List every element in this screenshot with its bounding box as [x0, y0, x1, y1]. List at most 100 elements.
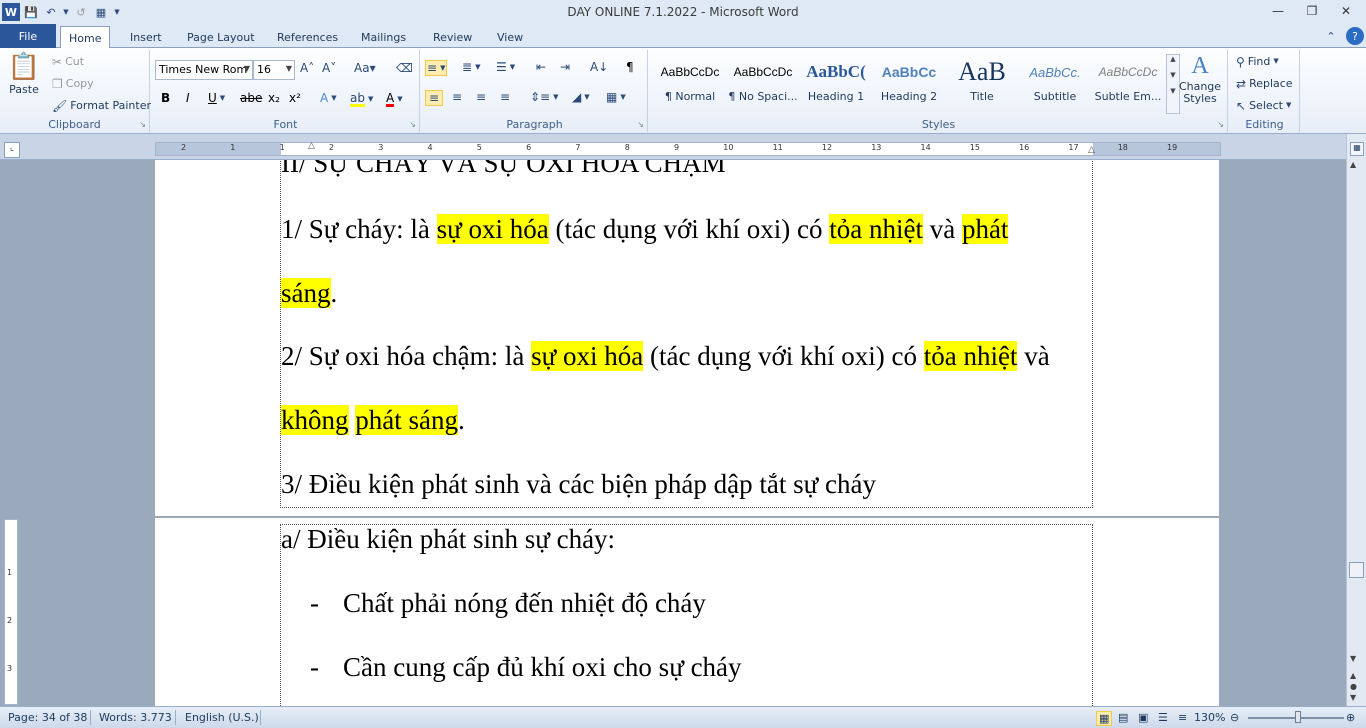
bullet-item[interactable]: - Chất phải nóng đến nhiệt độ cháy — [310, 588, 706, 619]
clipboard-group: 📋 Paste ✂ Cut ❐ Copy 🖌 Format Painter Clipb… — [0, 50, 151, 132]
superscript-button[interactable]: x² — [289, 92, 301, 104]
underline-button[interactable]: U ▼ — [208, 92, 225, 104]
increase-indent-button[interactable]: ⇥ — [560, 61, 570, 73]
select-button[interactable]: ↖ Select ▼ — [1236, 99, 1291, 112]
help-icon[interactable]: ? — [1346, 27, 1364, 45]
text-effects-button[interactable]: A ▼ — [320, 92, 337, 104]
sort-button[interactable]: A↓ — [590, 61, 608, 73]
vertical-scrollbar[interactable]: ▦ ▲ ▼ ▲ ● ▼ — [1346, 134, 1366, 706]
zoom-out-icon[interactable]: ⊖ — [1230, 711, 1239, 724]
style-title[interactable]: AaB Title — [946, 54, 1018, 110]
tab-references[interactable]: References — [269, 26, 346, 48]
right-indent-marker-icon[interactable]: △ — [1088, 145, 1095, 155]
align-right-button[interactable]: ≡ — [476, 91, 486, 103]
clipboard-launcher-icon[interactable]: ↘ — [139, 120, 146, 129]
next-page-icon[interactable]: ▼ — [1350, 693, 1356, 702]
style-subtle-emphasis[interactable]: AaBbCcDc Subtle Em... — [1092, 54, 1164, 110]
styles-gallery-scroll[interactable]: ▲ ▼ ▼ — [1166, 54, 1180, 114]
previous-page-icon[interactable]: ▲ — [1350, 671, 1356, 680]
draft-icon[interactable]: ≡ — [1178, 711, 1187, 724]
multilevel-list-button[interactable]: ☰ ▼ — [496, 61, 515, 73]
scroll-up-icon[interactable]: ▲ — [1350, 160, 1356, 169]
vertical-ruler[interactable]: 1 2 3 — [4, 519, 18, 705]
style-no-spacing[interactable]: AaBbCcDc ¶ No Spaci... — [727, 54, 799, 110]
style-heading-1[interactable]: AaBbC(Heading 1 — [800, 54, 872, 110]
style-normal[interactable]: AaBbCcDc ¶ Normal — [654, 54, 726, 110]
font-size-combo[interactable]: 16 ▼ — [253, 60, 295, 80]
word-count[interactable]: Words: 3.773 — [99, 711, 172, 724]
bullets-button[interactable]: ≡ ▼ — [425, 60, 448, 76]
outline-icon[interactable]: ☰ — [1158, 711, 1168, 724]
subscript-button[interactable]: x₂ — [268, 92, 280, 104]
paragraph-line[interactable]: không phát sáng. — [281, 405, 465, 436]
view-ruler-icon[interactable]: ▦ — [1350, 142, 1364, 156]
print-layout-icon[interactable]: ▦ — [1096, 711, 1113, 726]
scroll-down-icon[interactable]: ▼ — [1350, 654, 1356, 663]
web-layout-icon[interactable]: ▣ — [1138, 711, 1148, 724]
font-name-combo[interactable]: Times New Rom ▼ — [155, 60, 253, 80]
line-spacing-button[interactable]: ⇕≡ ▼ — [530, 91, 559, 103]
bullet-item[interactable]: - Cần cung cấp đủ khí oxi cho sự cháy — [310, 652, 742, 683]
numbering-button[interactable]: ≣ ▼ — [462, 61, 480, 73]
shrink-font-button[interactable]: A˅ — [322, 62, 336, 74]
copy-button[interactable]: ❐ Copy — [52, 77, 94, 90]
format-painter-button[interactable]: 🖌 Format Painter — [52, 99, 151, 112]
minimize-ribbon-icon[interactable]: ⌃ — [1322, 27, 1340, 45]
page-count[interactable]: Page: 34 of 38 — [8, 711, 87, 724]
restore-button[interactable]: ❐ — [1298, 2, 1326, 20]
paragraph-line[interactable]: 2/ Sự oxi hóa chậm: là sự oxi hóa (tác d… — [281, 341, 1050, 372]
strikethrough-button[interactable]: abe — [240, 92, 262, 104]
text-box[interactable] — [280, 160, 1093, 508]
tab-view[interactable]: View — [489, 26, 531, 48]
full-screen-reading-icon[interactable]: ▤ — [1118, 711, 1128, 724]
font-launcher-icon[interactable]: ↘ — [409, 120, 416, 129]
find-button[interactable]: ⚲ Find ▼ — [1236, 55, 1279, 68]
paragraph-line[interactable]: sáng. — [281, 278, 337, 309]
scroll-thumb[interactable] — [1349, 562, 1364, 578]
close-button[interactable]: ✕ — [1332, 2, 1360, 20]
bold-button[interactable]: B — [161, 92, 170, 104]
heading-line[interactable]: II/ SỰ CHÁY VÀ SỰ OXI HÓA CHẬM — [281, 160, 726, 179]
tab-home[interactable]: Home — [60, 26, 111, 49]
change-styles-button[interactable]: A Change Styles — [1179, 54, 1221, 105]
tab-file[interactable]: File — [0, 24, 56, 48]
paste-button[interactable]: 📋 Paste — [6, 54, 42, 108]
bullet-marker: - — [310, 652, 319, 682]
show-formatting-button[interactable]: ¶ — [626, 61, 634, 73]
change-case-button[interactable]: Aa▾ — [354, 62, 376, 74]
language[interactable]: English (U.S.) — [185, 711, 259, 724]
grow-font-button[interactable]: A˄ — [300, 62, 314, 74]
horizontal-ruler[interactable]: 2 1 1 2 3 4 5 6 7 8 9 10 11 12 13 14 15 16 17 18 19 △ △ — [155, 141, 1221, 156]
minimize-button[interactable]: — — [1264, 2, 1292, 20]
zoom-level[interactable]: 130% — [1194, 711, 1225, 724]
indent-marker-icon[interactable]: △ — [308, 141, 315, 151]
tab-page-layout[interactable]: Page Layout — [179, 26, 263, 48]
paragraph-line[interactable]: a/ Điều kiện phát sinh sự cháy: — [281, 524, 615, 555]
paragraph-launcher-icon[interactable]: ↘ — [637, 120, 644, 129]
tab-review[interactable]: Review — [425, 26, 480, 48]
cut-button[interactable]: ✂ Cut — [52, 55, 84, 68]
paragraph-line[interactable]: 3/ Điều kiện phát sinh và các biện pháp … — [281, 469, 876, 500]
zoom-slider-thumb[interactable] — [1295, 711, 1301, 723]
zoom-in-icon[interactable]: ⊕ — [1346, 711, 1355, 724]
justify-button[interactable]: ≡ — [500, 91, 510, 103]
highlight-button[interactable]: ab ▼ — [350, 92, 373, 107]
clear-formatting-button[interactable]: ⌫ — [396, 62, 413, 74]
document-area[interactable]: II/ SỰ CHÁY VÀ SỰ OXI HÓA CHẬM 1/ Sự chá… — [0, 160, 1346, 706]
tab-mailings[interactable]: Mailings — [353, 26, 414, 48]
font-color-button[interactable]: A ▼ — [386, 92, 403, 107]
decrease-indent-button[interactable]: ⇤ — [536, 61, 546, 73]
style-heading-2[interactable]: AaBbCc Heading 2 — [873, 54, 945, 110]
tab-insert[interactable]: Insert — [122, 26, 170, 48]
replace-button[interactable]: ⇄ Replace — [1236, 77, 1293, 90]
browse-object-icon[interactable]: ● — [1350, 682, 1357, 691]
borders-button[interactable]: ▦ ▼ — [606, 91, 626, 103]
tab-selector[interactable]: ⌞ — [4, 142, 20, 158]
italic-button[interactable]: I — [186, 92, 190, 104]
style-subtitle[interactable]: AaBbCc. Subtitle — [1019, 54, 1091, 110]
align-left-button[interactable]: ≡ — [425, 90, 444, 106]
shading-button[interactable]: ◢ ▼ — [572, 91, 590, 103]
paragraph-line[interactable]: 1/ Sự cháy: là sự oxi hóa (tác dụng với … — [281, 214, 1009, 245]
align-center-button[interactable]: ≡ — [452, 91, 462, 103]
styles-launcher-icon[interactable]: ↘ — [1217, 120, 1224, 129]
